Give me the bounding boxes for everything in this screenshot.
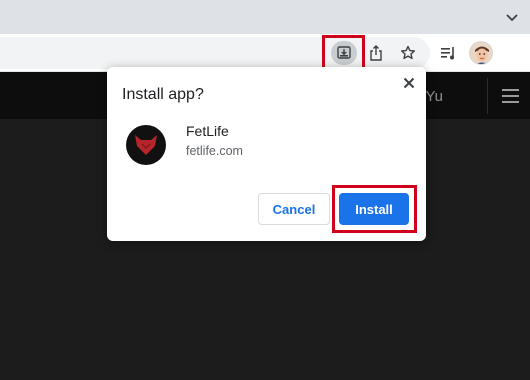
- reading-list-icon: [441, 47, 454, 60]
- dialog-title: Install app?: [122, 86, 204, 103]
- share-button[interactable]: [362, 39, 390, 67]
- install-app-icon: [337, 46, 351, 59]
- install-app-highlight: [322, 35, 365, 71]
- chevron-down-icon[interactable]: [504, 9, 520, 25]
- hamburger-menu-icon[interactable]: [502, 89, 519, 103]
- browser-tabstrip: [0, 0, 530, 34]
- bookmark-button[interactable]: [394, 39, 422, 67]
- cancel-button[interactable]: Cancel: [258, 193, 330, 225]
- bookmark-star-icon: [401, 45, 415, 60]
- profile-avatar[interactable]: [469, 41, 493, 65]
- install-app-button[interactable]: [331, 41, 357, 65]
- share-icon: [370, 45, 382, 61]
- app-host: fetlife.com: [186, 144, 243, 158]
- reading-list-button[interactable]: [435, 39, 463, 67]
- app-name: FetLife: [186, 123, 229, 139]
- app-icon: [126, 125, 166, 165]
- install-button[interactable]: Install: [339, 193, 409, 225]
- header-divider: [487, 78, 488, 114]
- close-icon[interactable]: [401, 75, 417, 91]
- avatar-image: [470, 42, 492, 64]
- fox-logo-icon: [135, 135, 157, 155]
